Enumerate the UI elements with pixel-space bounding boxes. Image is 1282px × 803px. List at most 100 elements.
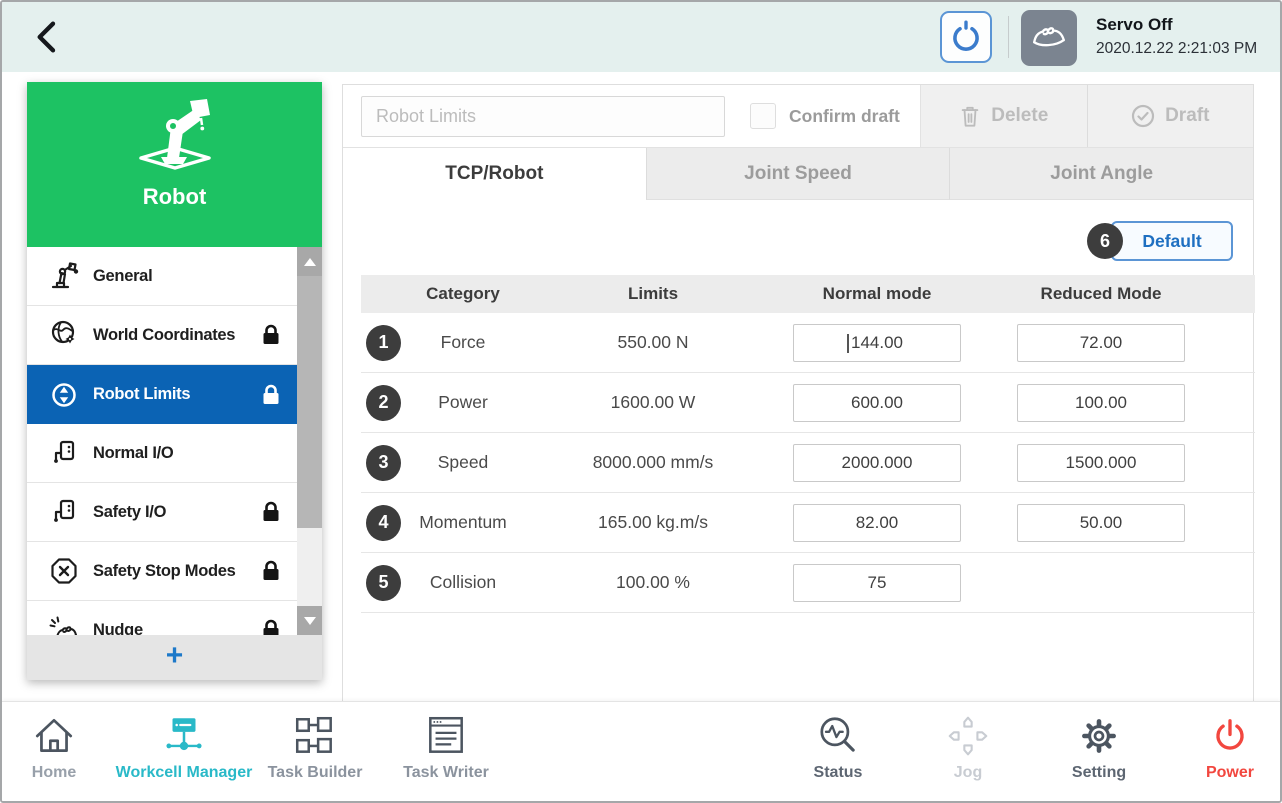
callout-badge-6: 6 [1087, 223, 1123, 259]
scroll-down-button[interactable] [297, 606, 322, 635]
sidebar-item-label: World Coordinates [93, 326, 235, 345]
table-row-collision: 5 Collision 100.00 % [361, 553, 1255, 613]
sidebar-robot-header[interactable]: Robot [27, 82, 322, 247]
limit-cell: 100.00 % [525, 572, 781, 593]
nav-label: Setting [1072, 764, 1126, 782]
reduced-mode-input[interactable] [1017, 444, 1185, 482]
hand-guide-indicator[interactable] [1021, 10, 1077, 66]
confirm-draft-checkbox[interactable] [750, 103, 776, 129]
sidebar-item-nudge[interactable]: Nudge [27, 601, 322, 635]
scrollbar-thumb[interactable] [297, 276, 322, 528]
nudge-hand-icon [47, 615, 81, 635]
sidebar-item-general[interactable]: General [27, 247, 322, 306]
reduced-mode-input[interactable] [1017, 384, 1185, 422]
sidebar-scrollbar[interactable] [297, 247, 322, 635]
trash-icon [959, 104, 981, 129]
lock-icon [260, 323, 282, 347]
table-row-force: 1 Force 550.00 N [361, 313, 1255, 373]
nav-task-writer[interactable]: Task Writer [361, 710, 531, 782]
lock-icon [260, 500, 282, 524]
toolbar-actions: Delete Draft [920, 85, 1253, 147]
table-row-speed: 3 Speed 8000.000 mm/s [361, 433, 1255, 493]
table-row-power: 2 Power 1600.00 W [361, 373, 1255, 433]
plus-icon: + [166, 641, 184, 671]
normal-mode-input[interactable] [793, 444, 961, 482]
header-reduced-mode: Reduced Mode [973, 284, 1229, 304]
robot-arm-icon [47, 261, 81, 291]
sidebar-item-normal-io[interactable]: Normal I/O [27, 424, 322, 483]
row-number-badge: 4 [366, 505, 401, 541]
header-category: Category [401, 284, 525, 304]
normal-mode-input[interactable] [793, 324, 961, 362]
power-icon [1207, 710, 1253, 762]
robot-arm-large-icon [127, 82, 223, 178]
normal-mode-input[interactable] [793, 564, 961, 602]
reduced-mode-input[interactable] [1017, 324, 1185, 362]
back-button[interactable] [28, 15, 72, 59]
sidebar-item-label: Safety I/O [93, 503, 166, 522]
header-normal-mode: Normal mode [781, 284, 973, 304]
tab-joint-angle[interactable]: Joint Angle [949, 148, 1253, 200]
gear-icon [1076, 710, 1122, 762]
lock-icon [260, 383, 282, 407]
draft-button[interactable]: Draft [1087, 85, 1254, 147]
io-board-icon [47, 438, 81, 468]
sidebar-menu-list: General World Coordinates [27, 247, 322, 635]
sidebar-item-label: Normal I/O [93, 444, 173, 463]
nav-label: Status [814, 764, 863, 782]
row-number-badge: 1 [366, 325, 401, 361]
task-builder-icon [292, 710, 338, 762]
lock-icon [260, 618, 282, 635]
tab-tcp-robot[interactable]: TCP/Robot [343, 148, 646, 200]
category-cell: Power [401, 392, 525, 413]
robot-limits-icon [47, 380, 81, 410]
bottom-navigation: Home Workcell Manager [2, 701, 1280, 801]
limit-cell: 1600.00 W [525, 392, 781, 413]
sidebar-item-label: General [93, 267, 152, 286]
io-board-icon [47, 497, 81, 527]
item-name-input[interactable] [361, 96, 725, 137]
robot-limits-panel: Confirm draft Delete [342, 84, 1254, 702]
sidebar-item-safety-stop-modes[interactable]: Safety Stop Modes [27, 542, 322, 601]
top-bar: Servo Off 2020.12.22 2:21:03 PM [2, 2, 1280, 72]
gripper-icon [947, 18, 985, 56]
nav-label: Task Builder [268, 764, 363, 782]
delete-label: Delete [991, 105, 1048, 127]
task-writer-icon [423, 710, 469, 762]
workcell-sidebar: Robot General [27, 82, 322, 680]
sidebar-item-robot-limits[interactable]: Robot Limits [27, 365, 322, 424]
gripper-tool-button[interactable] [940, 11, 992, 63]
category-cell: Speed [401, 452, 525, 473]
sidebar-title: Robot [143, 184, 207, 210]
category-cell: Collision [401, 572, 525, 593]
servo-status-block: Servo Off 2020.12.22 2:21:03 PM [1096, 15, 1257, 58]
tab-joint-speed[interactable]: Joint Speed [646, 148, 950, 200]
reduced-mode-input[interactable] [1017, 504, 1185, 542]
limit-cell: 8000.000 mm/s [525, 452, 781, 473]
chevron-left-icon [28, 17, 72, 57]
add-workcell-item-button[interactable]: + [27, 635, 322, 680]
jog-dpad-icon [945, 710, 991, 762]
nav-label: Home [32, 764, 76, 782]
sidebar-item-world-coordinates[interactable]: World Coordinates [27, 306, 322, 365]
table-row-momentum: 4 Momentum 165.00 kg.m/s [361, 493, 1255, 553]
row-number-badge: 5 [366, 565, 401, 601]
hand-icon [1030, 19, 1068, 57]
delete-button[interactable]: Delete [921, 85, 1087, 147]
globe-icon [47, 320, 81, 350]
limit-cell: 550.00 N [525, 332, 781, 353]
nav-label: Power [1206, 764, 1254, 782]
servo-status-text: Servo Off [1096, 15, 1257, 35]
sidebar-item-label: Robot Limits [93, 385, 190, 404]
normal-mode-input[interactable] [793, 384, 961, 422]
sidebar-item-safety-io[interactable]: Safety I/O [27, 483, 322, 542]
nav-label: Jog [954, 764, 982, 782]
status-monitor-icon [815, 710, 861, 762]
lock-icon [260, 559, 282, 583]
default-button[interactable]: Default [1111, 221, 1233, 261]
scroll-up-button[interactable] [297, 247, 322, 276]
normal-mode-input[interactable] [793, 504, 961, 542]
nav-power[interactable]: Power [1145, 710, 1282, 782]
limit-cell: 165.00 kg.m/s [525, 512, 781, 533]
category-cell: Force [401, 332, 525, 353]
